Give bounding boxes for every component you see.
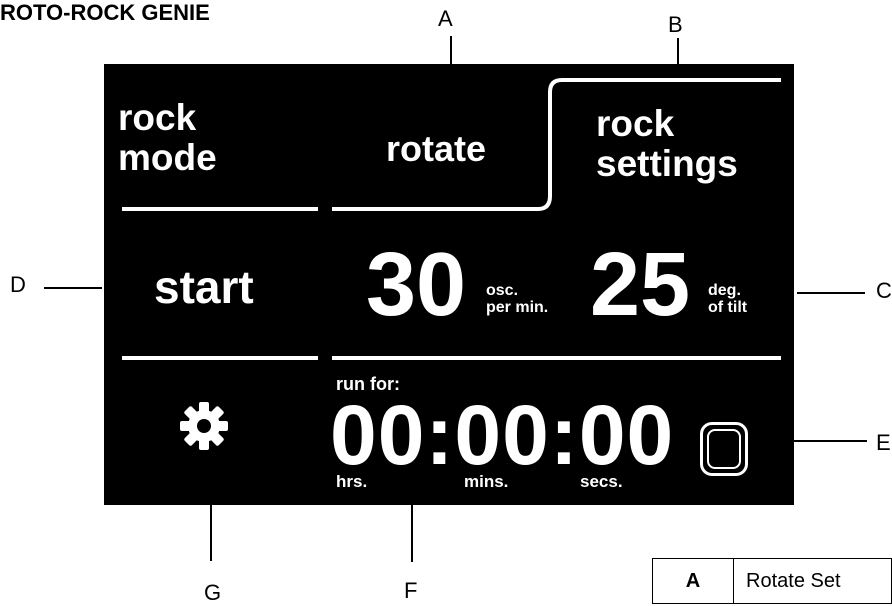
run-timer[interactable]: 00:00:00: [330, 390, 674, 480]
device-screen: rock mode rotate rock settings start 30 …: [104, 64, 794, 505]
tilt-unit: deg. of tilt: [708, 282, 748, 316]
callout-d: D: [10, 272, 26, 297]
tab-rock-settings[interactable]: rock settings: [596, 104, 738, 184]
tab-rock-settings-label: rock settings: [596, 103, 738, 184]
speed-value[interactable]: 30: [366, 240, 466, 330]
callout-line-g: [210, 505, 212, 561]
settings-button[interactable]: [178, 400, 230, 452]
callout-g: G: [204, 580, 222, 605]
legend-key: A: [651, 558, 735, 604]
callout-b: B: [668, 12, 683, 37]
callout-line-a: [450, 36, 452, 64]
gear-icon: [180, 402, 228, 450]
hours-label: hrs.: [336, 472, 368, 491]
tab-rotate-label: rotate: [386, 128, 487, 169]
callout-c: C: [876, 278, 892, 303]
callout-line-c: [797, 292, 865, 294]
tilt-value[interactable]: 25: [590, 240, 690, 330]
tab-rock-mode-label: rock mode: [118, 97, 217, 178]
start-button-label: start: [154, 261, 254, 313]
minutes-label: mins.: [464, 472, 509, 491]
callout-a: A: [438, 6, 453, 31]
stop-square-icon[interactable]: [700, 422, 748, 476]
callout-f: F: [404, 578, 418, 603]
tab-rock-mode[interactable]: rock mode: [118, 98, 217, 178]
tab-rotate[interactable]: rotate: [386, 128, 486, 170]
legend-value: Rotate Set: [733, 558, 892, 604]
callout-line-d: [44, 287, 102, 289]
legend-table: A Rotate Set: [651, 558, 892, 604]
page-title: ROTO-ROCK GENIE: [0, 0, 210, 25]
speed-unit: osc. per min.: [486, 282, 549, 316]
table-row: A Rotate Set: [651, 558, 892, 604]
callout-e: E: [876, 430, 891, 455]
seconds-label: secs.: [580, 472, 623, 491]
start-button[interactable]: start: [154, 260, 254, 314]
